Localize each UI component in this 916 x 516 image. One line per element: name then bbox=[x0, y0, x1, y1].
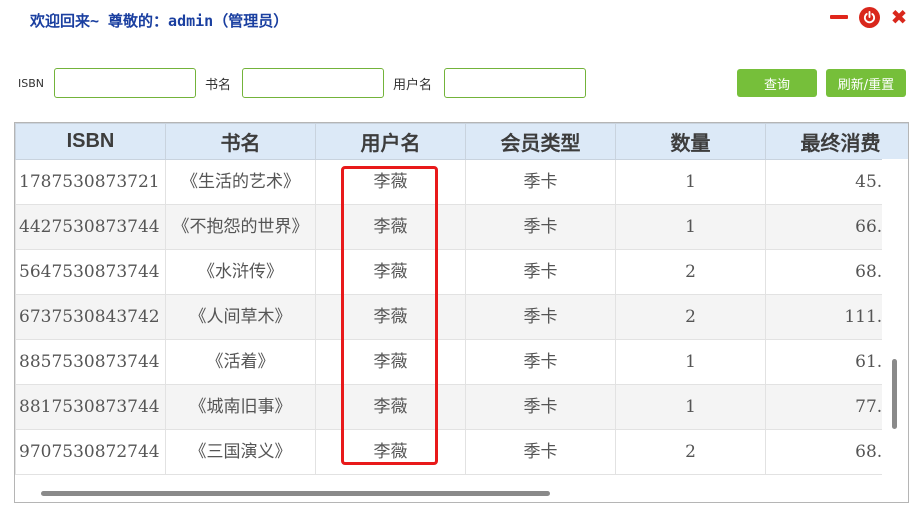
column-header-member-type[interactable]: 会员类型 bbox=[465, 123, 616, 160]
cell-isbn: 9707530872744 bbox=[15, 429, 166, 475]
cell-isbn: 1787530873721 bbox=[15, 159, 166, 205]
column-header-final-cost[interactable]: 最终消费 bbox=[765, 123, 908, 160]
cell-username: 李薇 bbox=[315, 249, 466, 295]
vertical-scrollbar-thumb[interactable] bbox=[892, 359, 897, 429]
cell-quantity: 2 bbox=[615, 429, 766, 475]
horizontal-scrollbar[interactable] bbox=[15, 486, 884, 502]
cell-member-type: 季卡 bbox=[465, 384, 616, 430]
orders-grid: ISBN 书名 用户名 会员类型 数量 最终消费 1787530873721 《… bbox=[14, 122, 909, 503]
minimize-icon bbox=[830, 15, 848, 19]
cell-username: 李薇 bbox=[315, 294, 466, 340]
cell-book-name: 《人间草木》 bbox=[165, 294, 316, 340]
cell-username: 李薇 bbox=[315, 159, 466, 205]
horizontal-scrollbar-thumb[interactable] bbox=[41, 491, 550, 496]
cell-quantity: 2 bbox=[615, 294, 766, 340]
close-button[interactable]: ✖ bbox=[888, 6, 910, 28]
table-row[interactable]: 4427530873744 《不抱怨的世界》 李薇 季卡 1 66.5 bbox=[15, 204, 908, 250]
cell-book-name: 《水浒传》 bbox=[165, 249, 316, 295]
cell-book-name: 《活着》 bbox=[165, 339, 316, 385]
isbn-label: ISBN bbox=[18, 77, 45, 90]
book-name-input[interactable] bbox=[242, 68, 384, 98]
cell-username: 李薇 bbox=[315, 429, 466, 475]
table-row[interactable]: 9707530872744 《三国演义》 李薇 季卡 2 68.4 bbox=[15, 429, 908, 475]
column-header-username[interactable]: 用户名 bbox=[315, 123, 466, 160]
cell-member-type: 季卡 bbox=[465, 429, 616, 475]
welcome-message: 欢迎回来~ 尊敬的：admin（管理员） bbox=[30, 12, 289, 30]
cell-quantity: 2 bbox=[615, 249, 766, 295]
isbn-input[interactable] bbox=[54, 68, 196, 98]
minimize-button[interactable] bbox=[828, 6, 850, 28]
table-row[interactable]: 8817530873744 《城南旧事》 李薇 季卡 1 77.4 bbox=[15, 384, 908, 430]
username-label: 用户名 bbox=[393, 78, 433, 93]
orders-table: ISBN 书名 用户名 会员类型 数量 最终消费 1787530873721 《… bbox=[15, 123, 908, 475]
power-icon bbox=[858, 6, 880, 28]
search-button[interactable]: 查询 bbox=[737, 69, 817, 97]
cell-username: 李薇 bbox=[315, 384, 466, 430]
cell-isbn: 4427530873744 bbox=[15, 204, 166, 250]
power-button[interactable] bbox=[858, 6, 880, 28]
cell-isbn: 6737530843742 bbox=[15, 294, 166, 340]
cell-book-name: 《城南旧事》 bbox=[165, 384, 316, 430]
cell-member-type: 季卡 bbox=[465, 159, 616, 205]
username-input[interactable] bbox=[444, 68, 586, 98]
cell-username: 李薇 bbox=[315, 204, 466, 250]
column-header-book-name[interactable]: 书名 bbox=[165, 123, 316, 160]
cell-member-type: 季卡 bbox=[465, 339, 616, 385]
cell-quantity: 1 bbox=[615, 204, 766, 250]
cell-book-name: 《生活的艺术》 bbox=[165, 159, 316, 205]
column-header-quantity[interactable]: 数量 bbox=[615, 123, 766, 160]
cell-isbn: 8857530873744 bbox=[15, 339, 166, 385]
table-header-row: ISBN 书名 用户名 会员类型 数量 最终消费 bbox=[15, 123, 908, 160]
table-row[interactable]: 1787530873721 《生活的艺术》 李薇 季卡 1 45.6 bbox=[15, 159, 908, 205]
column-header-isbn[interactable]: ISBN bbox=[15, 123, 166, 160]
cell-quantity: 1 bbox=[615, 159, 766, 205]
cell-member-type: 季卡 bbox=[465, 204, 616, 250]
table-row[interactable]: 5647530873744 《水浒传》 李薇 季卡 2 68.6 bbox=[15, 249, 908, 295]
refresh-reset-button[interactable]: 刷新/重置 bbox=[826, 69, 906, 97]
window-controls: ✖ bbox=[828, 6, 910, 28]
cell-username: 李薇 bbox=[315, 339, 466, 385]
close-icon: ✖ bbox=[890, 5, 908, 29]
cell-book-name: 《不抱怨的世界》 bbox=[165, 204, 316, 250]
cell-isbn: 8817530873744 bbox=[15, 384, 166, 430]
cell-member-type: 季卡 bbox=[465, 249, 616, 295]
cell-quantity: 1 bbox=[615, 384, 766, 430]
cell-book-name: 《三国演义》 bbox=[165, 429, 316, 475]
book-name-label: 书名 bbox=[205, 78, 232, 93]
table-row[interactable]: 6737530843742 《人间草木》 李薇 季卡 2 111.2 bbox=[15, 294, 908, 340]
cell-quantity: 1 bbox=[615, 339, 766, 385]
table-row[interactable]: 8857530873744 《活着》 李薇 季卡 1 61.2 bbox=[15, 339, 908, 385]
cell-member-type: 季卡 bbox=[465, 294, 616, 340]
vertical-scrollbar[interactable] bbox=[882, 159, 908, 502]
cell-isbn: 5647530873744 bbox=[15, 249, 166, 295]
